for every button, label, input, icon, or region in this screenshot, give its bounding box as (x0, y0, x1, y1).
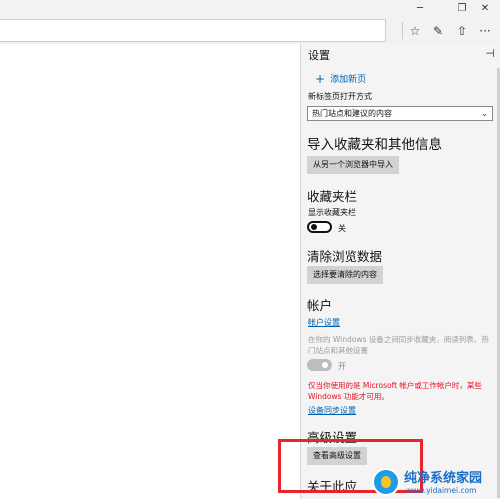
favorites-bar-toggle[interactable] (307, 221, 332, 233)
sync-description: 在你的 Windows 设备之间同步收藏夹、阅读列表、热门站点和其他设置 (308, 335, 489, 355)
watermark-name: 纯净系统家园 (404, 471, 483, 486)
more-icon[interactable]: ··· (475, 19, 495, 42)
add-new-tab-link[interactable]: + 添加新页 (315, 72, 366, 86)
toolbar-divider (402, 22, 403, 39)
address-bar[interactable] (0, 19, 386, 42)
reading-list-star-icon[interactable]: ☆ (405, 19, 425, 42)
watermark-url: www.yidaimei.com (406, 486, 477, 495)
pin-icon[interactable]: ⊣ (485, 47, 495, 60)
clear-data-title: 清除浏览数据 (307, 249, 383, 264)
close-button[interactable]: ✕ (470, 0, 500, 17)
account-warning: 仅当你使用的是 Microsoft 帐户或工作帐户时，某些 Windows 功能… (308, 381, 482, 401)
import-section-title: 导入收藏夹和其他信息 (307, 137, 442, 153)
share-icon[interactable]: ⇧ (452, 19, 472, 42)
title-bar: ─ ❐ ✕ (0, 0, 500, 17)
account-title: 帐户 (307, 298, 333, 313)
new-tab-open-select[interactable]: 热门站点和建议的内容 ⌄ (307, 106, 493, 121)
device-sync-settings-link[interactable]: 设备同步设置 (308, 405, 356, 416)
sync-toggle[interactable] (307, 359, 332, 371)
import-button[interactable]: 从另一个浏览器中导入 (307, 156, 399, 174)
sync-toggle-state: 开 (338, 362, 346, 371)
watermark: 纯净系统家园 www.yidaimei.com (372, 466, 500, 499)
pen-note-icon[interactable]: ✎ (428, 19, 448, 42)
favorites-bar-toggle-state: 关 (338, 224, 346, 233)
add-new-tab-label: 添加新页 (330, 75, 367, 85)
page-content (0, 44, 300, 499)
toggle-knob (322, 362, 328, 368)
more-glyph: ··· (479, 23, 491, 38)
toggle-knob (311, 224, 317, 230)
choose-what-to-clear-button[interactable]: 选择要清除的内容 (307, 266, 383, 284)
new-tab-open-value: 热门站点和建议的内容 (312, 109, 392, 118)
plus-icon: + (315, 72, 326, 86)
chevron-down-icon: ⌄ (481, 109, 488, 118)
account-settings-link[interactable]: 帐户设置 (308, 317, 340, 328)
show-favorites-bar-label: 显示收藏夹栏 (308, 208, 356, 217)
watermark-logo-icon (372, 468, 400, 496)
new-tab-open-label: 新标签页打开方式 (308, 92, 372, 101)
settings-title: 设置 (308, 49, 330, 62)
minimize-button[interactable]: ─ (405, 0, 435, 17)
favorites-bar-title: 收藏夹栏 (307, 189, 358, 204)
